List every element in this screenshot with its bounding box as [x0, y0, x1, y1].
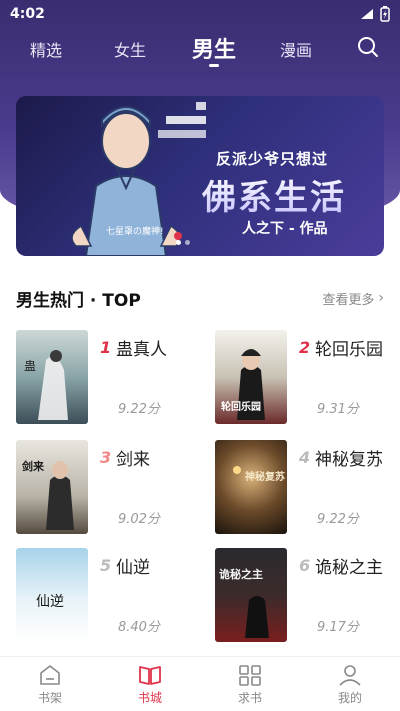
book-item[interactable]: 蛊 1 蛊真人 9.22分	[16, 330, 196, 426]
nav-request-book[interactable]: 求书	[220, 663, 280, 706]
book-cover[interactable]: 诡秘之主	[215, 548, 287, 642]
book-title[interactable]: 诡秘之主	[315, 554, 385, 582]
book-rank: 1	[100, 338, 112, 357]
battery-icon	[380, 6, 390, 22]
book-score: 9.22分	[317, 512, 359, 527]
request-book-icon	[239, 665, 261, 686]
hot-section-header: 男生热门 · TOP 查看更多 ›	[16, 286, 384, 311]
nav-bookshelf[interactable]: 书架	[20, 663, 80, 706]
book-score: 9.22分	[118, 402, 160, 417]
cover-art: 诡秘之主	[219, 567, 269, 638]
active-tab-indicator	[209, 64, 219, 67]
section-title: 男生热门 · TOP	[16, 290, 141, 311]
banner-author: 人之下 - 作品	[242, 221, 328, 237]
category-tabs: 精选 女生 男生 漫画	[0, 30, 400, 66]
cover-title: 诡秘之主	[219, 567, 263, 581]
book-rank: 4	[299, 448, 311, 467]
book-item[interactable]: 神秘复苏 4 神秘复苏 9.22分	[215, 440, 395, 536]
book-score: 9.17分	[317, 620, 359, 635]
status-time: 4:02	[10, 6, 45, 22]
nav-profile[interactable]: 我的	[320, 663, 380, 706]
banner-subtitle: 反派少爷只想过	[216, 150, 329, 168]
tab-comics[interactable]: 漫画	[280, 37, 312, 61]
tab-featured[interactable]: 精选	[30, 37, 62, 61]
book-cover[interactable]: 剑来	[16, 440, 88, 534]
book-cover[interactable]: 蛊	[16, 330, 88, 424]
bookstore-icon	[139, 666, 161, 685]
bottom-navigation: 书架 书城 求书 我的	[0, 656, 400, 711]
book-title[interactable]: 蛊真人	[116, 336, 186, 364]
book-score: 8.40分	[118, 620, 160, 635]
book-rank: 6	[299, 556, 311, 575]
cover-title: 仙逆	[36, 594, 64, 610]
book-title[interactable]: 剑来	[116, 446, 186, 474]
cover-title: 蛊	[24, 359, 36, 373]
book-title[interactable]: 神秘复苏	[315, 446, 385, 474]
banner-title: 佛系生活	[202, 170, 346, 219]
view-more-link[interactable]: 查看更多	[322, 289, 374, 308]
book-item[interactable]: 轮回乐园 2 轮回乐园 9.31分	[215, 330, 395, 426]
book-cover[interactable]: 仙逆	[16, 548, 88, 642]
book-title[interactable]: 轮回乐园	[315, 336, 385, 364]
status-bar: 4:02	[0, 0, 400, 28]
chevron-right-icon[interactable]: ›	[378, 290, 384, 306]
nav-label: 书架	[37, 691, 62, 705]
cover-title: 神秘复苏	[245, 470, 285, 483]
book-item[interactable]: 仙逆 5 仙逆 8.40分	[16, 548, 196, 644]
banner-side-text: 七星罩の魔神!	[106, 227, 164, 237]
nav-bookstore[interactable]: 书城	[120, 663, 180, 706]
nav-label: 求书	[237, 691, 262, 705]
nav-label: 书城	[137, 691, 162, 705]
promo-banner[interactable]: 七星罩の魔神! 反派少爷只想过 佛系生活 人之下 - 作品	[16, 96, 384, 256]
signal-icon	[361, 9, 373, 19]
book-score: 9.31分	[317, 402, 359, 417]
profile-icon	[339, 665, 361, 686]
tab-female[interactable]: 女生	[114, 37, 146, 61]
cover-art: 轮回乐园	[221, 349, 265, 420]
cover-title: 剑来	[21, 459, 45, 473]
cover-art: 蛊	[24, 350, 68, 420]
cover-art: 神秘复苏	[233, 466, 285, 483]
book-cover[interactable]: 神秘复苏	[215, 440, 287, 534]
banner-dot	[185, 240, 190, 245]
status-icons	[360, 6, 390, 22]
book-title[interactable]: 仙逆	[116, 554, 186, 582]
cover-art: 仙逆	[36, 594, 64, 610]
banner-pagination	[176, 240, 190, 245]
book-item[interactable]: 诡秘之主 6 诡秘之主 9.17分	[215, 548, 395, 644]
banner-dot	[176, 240, 181, 245]
book-cover[interactable]: 轮回乐园	[215, 330, 287, 424]
book-score: 9.02分	[118, 512, 160, 527]
book-rank: 2	[299, 338, 311, 357]
book-rank: 5	[100, 556, 112, 575]
search-icon[interactable]	[356, 35, 380, 59]
cover-title: 轮回乐园	[221, 400, 261, 413]
book-rank: 3	[100, 448, 112, 467]
book-item[interactable]: 剑来 3 剑来 9.02分	[16, 440, 196, 536]
cover-art: 剑来	[21, 459, 74, 530]
bookshelf-icon	[40, 665, 60, 685]
nav-label: 我的	[337, 691, 362, 705]
tab-male[interactable]: 男生	[192, 32, 236, 64]
